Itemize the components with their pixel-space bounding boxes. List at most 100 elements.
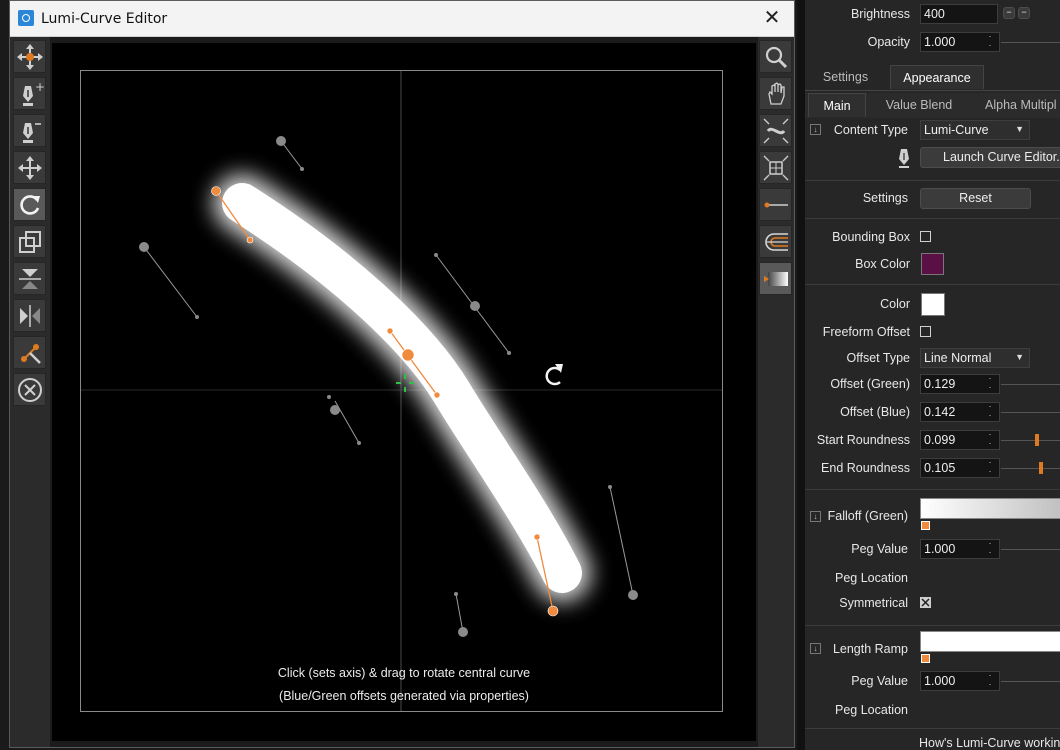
symmetrical-checkbox[interactable] [920, 597, 931, 608]
flip-vertical-icon [19, 269, 41, 289]
show-line-button[interactable] [759, 188, 792, 221]
show-offset-curves-button[interactable] [759, 225, 792, 258]
falloff-gradient-ramp[interactable] [920, 498, 1060, 519]
collapse-icon[interactable]: ↓ [810, 511, 821, 522]
offset-blue-slider[interactable] [1001, 412, 1060, 413]
scale-tool-button[interactable] [13, 225, 46, 258]
peg-value-2-label: Peg Value [851, 674, 908, 688]
brightness-decrease-button[interactable]: − [1003, 7, 1015, 19]
panel-divider[interactable] [797, 0, 805, 750]
start-roundness-slider-handle[interactable] [1035, 434, 1039, 446]
peg-value-1-slider[interactable] [1001, 549, 1060, 550]
subtab-value-blend[interactable]: Value Blend [881, 93, 957, 117]
length-ramp-row: ↓ Length Ramp [805, 631, 1060, 663]
opacity-slider[interactable] [1001, 42, 1060, 43]
length-ramp-gradient[interactable] [920, 631, 1060, 652]
bounding-box-checkbox[interactable] [920, 231, 931, 242]
show-glow-button[interactable] [759, 262, 792, 295]
fit-frame-icon [763, 155, 789, 181]
canvas-frame [80, 70, 723, 712]
fit-curve-button[interactable] [759, 114, 792, 147]
separator [805, 728, 1060, 729]
offset-type-label: Offset Type [846, 351, 910, 365]
subtab-main[interactable]: Main [808, 93, 866, 117]
brightness-field[interactable]: 400 [920, 4, 998, 24]
flip-horizontal-icon [20, 305, 40, 327]
fit-frame-button[interactable] [759, 151, 792, 184]
box-color-swatch[interactable] [921, 253, 944, 275]
brightness-minus-button[interactable]: − [1018, 7, 1030, 19]
length-ramp-label: Length Ramp [832, 642, 908, 656]
flip-vertical-button[interactable] [13, 262, 46, 295]
tab-settings[interactable]: Settings [808, 65, 883, 89]
start-roundness-label: Start Roundness [816, 433, 910, 447]
offset-green-spinner[interactable]: · · [980, 374, 1000, 394]
right-toolbar [758, 37, 794, 747]
flip-horizontal-button[interactable] [13, 299, 46, 332]
move-points-icon [18, 156, 42, 180]
offset-type-dropdown[interactable]: Line Normal ▼ [920, 348, 1030, 368]
end-roundness-spinner[interactable]: · · [980, 458, 1000, 478]
app-icon [18, 10, 34, 26]
pan-button[interactable] [759, 77, 792, 110]
edit-tangent-button[interactable] [13, 336, 46, 369]
move-all-tool-button[interactable] [13, 40, 46, 73]
collapse-icon[interactable]: ↓ [810, 124, 821, 135]
window-title: Lumi-Curve Editor [41, 11, 168, 27]
content-type-value: Lumi-Curve [924, 123, 989, 137]
title-bar[interactable]: Lumi-Curve Editor ✕ [10, 1, 794, 37]
edit-tangent-icon [21, 344, 41, 364]
opacity-spinner[interactable]: · · [980, 32, 1000, 52]
launch-row: Launch Curve Editor... [805, 146, 1060, 170]
tab-appearance[interactable]: Appearance [890, 65, 984, 89]
svg-text:+: + [35, 80, 44, 94]
help-link[interactable]: How's Lumi-Curve working [919, 736, 1060, 750]
left-toolbar: + [10, 37, 50, 747]
content-type-dropdown[interactable]: Lumi-Curve ▼ [920, 120, 1030, 140]
subtab-alpha-multiply[interactable]: Alpha Multipl [985, 93, 1060, 117]
separator [805, 180, 1060, 181]
content-type-row: ↓ Content Type Lumi-Curve ▼ [805, 119, 1060, 143]
content-type-label: Content Type [833, 123, 908, 137]
add-point-pen-icon: + [23, 80, 44, 106]
delete-icon [18, 378, 42, 402]
falloff-green-row: ↓ Falloff (Green) [805, 498, 1060, 530]
separator [805, 218, 1060, 219]
chevron-down-icon: ▼ [1015, 352, 1024, 362]
falloff-peg-marker[interactable] [921, 521, 930, 530]
offset-green-slider[interactable] [1001, 384, 1060, 385]
peg-location-1-label: Peg Location [835, 571, 908, 585]
close-button[interactable]: ✕ [758, 5, 786, 31]
move-points-button[interactable] [13, 151, 46, 184]
show-offset-curves-icon [765, 233, 788, 251]
color-swatch[interactable] [921, 293, 945, 316]
start-roundness-slider[interactable] [1001, 440, 1060, 441]
remove-point-pen-button[interactable] [13, 114, 46, 147]
zoom-button[interactable] [759, 40, 792, 73]
delete-button[interactable] [13, 373, 46, 406]
start-roundness-spinner[interactable]: · · [980, 430, 1000, 450]
freeform-offset-row: Freeform Offset [805, 321, 1060, 345]
peg-value-2-slider[interactable] [1001, 681, 1060, 682]
rotate-tool-button[interactable] [13, 188, 46, 221]
reset-button[interactable]: Reset [920, 188, 1031, 209]
sub-tab-bar: Main Value Blend Alpha Multipl [805, 93, 1060, 118]
opacity-row: Opacity 1.000 · · [805, 31, 1060, 55]
end-roundness-slider[interactable] [1001, 468, 1060, 469]
freeform-offset-checkbox[interactable] [920, 326, 931, 337]
offset-type-value: Line Normal [924, 351, 992, 365]
rotate-tool-icon [20, 195, 40, 215]
end-roundness-slider-handle[interactable] [1039, 462, 1043, 474]
peg-value-2-spinner[interactable]: · · [980, 671, 1000, 691]
offset-blue-spinner[interactable]: · · [980, 402, 1000, 422]
length-ramp-peg-marker[interactable] [921, 654, 930, 663]
launch-curve-editor-button[interactable]: Launch Curve Editor... [920, 147, 1060, 168]
offset-green-row: Offset (Green) 0.129 · · [805, 373, 1060, 397]
add-point-pen-button[interactable]: + [13, 77, 46, 110]
peg-location-2-label: Peg Location [835, 703, 908, 717]
curve-viewport[interactable]: Click (sets axis) & drag to rotate centr… [52, 43, 756, 741]
peg-value-1-spinner[interactable]: · · [980, 539, 1000, 559]
offset-type-row: Offset Type Line Normal ▼ [805, 347, 1060, 371]
collapse-icon[interactable]: ↓ [810, 643, 821, 654]
box-color-row: Box Color [805, 253, 1060, 277]
